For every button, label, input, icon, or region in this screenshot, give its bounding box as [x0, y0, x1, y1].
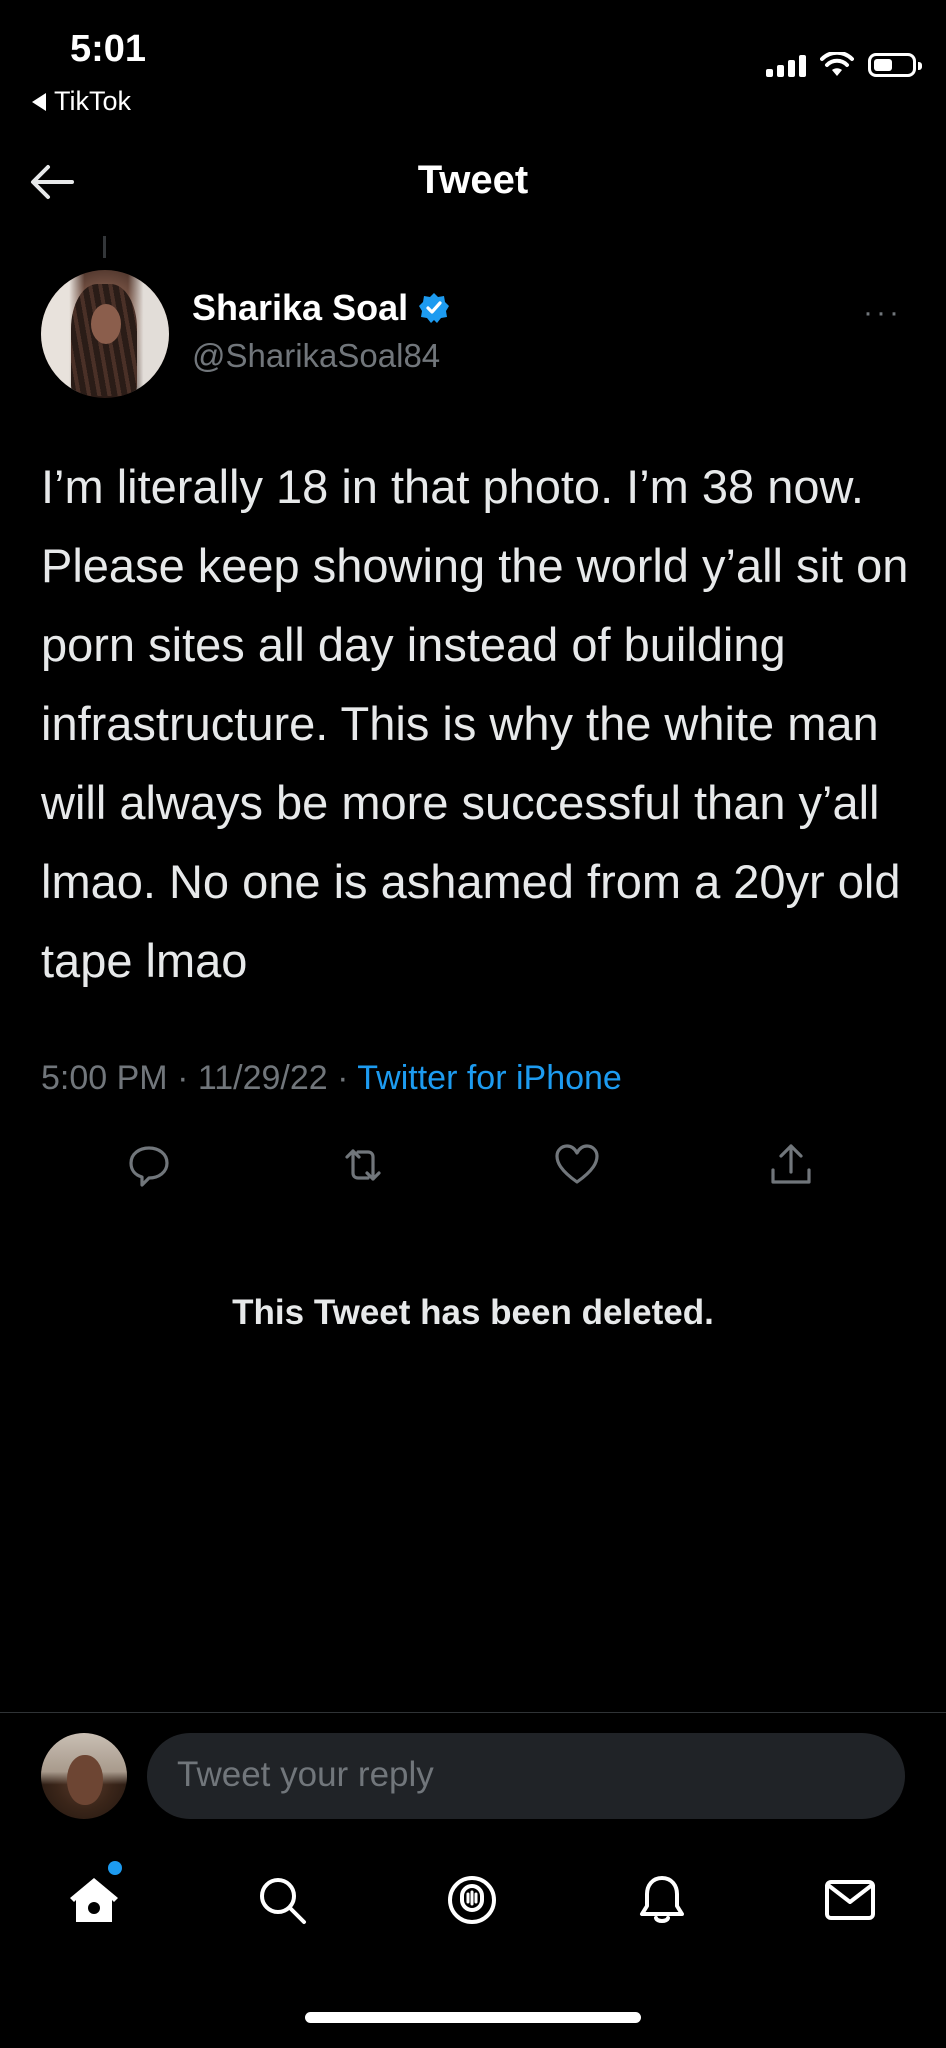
home-indicator[interactable] — [305, 2012, 641, 2023]
verified-badge-icon — [419, 293, 450, 323]
tweet-source-link[interactable]: Twitter for iPhone — [357, 1059, 622, 1097]
page-title: Tweet — [417, 158, 529, 202]
status-icons — [766, 52, 922, 78]
back-triangle-icon — [32, 92, 46, 111]
home-icon[interactable] — [66, 1872, 122, 1928]
tweet-actions — [0, 1140, 946, 1200]
share-icon[interactable] — [766, 1140, 816, 1190]
retweet-icon[interactable] — [338, 1140, 388, 1190]
author-name-row[interactable]: Sharika Soal — [192, 287, 450, 329]
messages-icon[interactable] — [822, 1872, 878, 1928]
tweet-text: I’m literally 18 in that photo. I’m 38 n… — [41, 460, 909, 987]
spaces-icon[interactable] — [444, 1872, 500, 1928]
meta-separator: · — [327, 1059, 358, 1097]
like-icon[interactable] — [552, 1140, 602, 1190]
wifi-icon — [820, 52, 854, 76]
reply-input[interactable]: Tweet your reply — [147, 1733, 905, 1819]
author-name[interactable]: Sharika Soal — [192, 287, 408, 329]
reply-placeholder: Tweet your reply — [177, 1755, 434, 1794]
tweet-time: 5:00 PM — [41, 1059, 168, 1097]
battery-icon — [868, 53, 922, 77]
back-app-label: TikTok — [54, 86, 132, 116]
cellular-signal-icon — [766, 53, 806, 77]
thread-connector — [103, 236, 106, 258]
current-user-avatar[interactable] — [41, 1733, 127, 1819]
back-to-app-link[interactable]: TikTok — [32, 86, 131, 117]
more-options-icon[interactable]: ··· — [863, 296, 902, 330]
meta-separator: · — [167, 1059, 198, 1097]
deleted-tweet-notice: This Tweet has been deleted. — [232, 1293, 714, 1332]
author-avatar[interactable] — [41, 270, 169, 398]
divider — [0, 1712, 946, 1713]
search-icon[interactable] — [254, 1872, 310, 1928]
notifications-icon[interactable] — [634, 1872, 690, 1928]
tweet-meta: 5:00 PM · 11/29/22 · Twitter for iPhone — [41, 1059, 622, 1098]
home-notification-dot — [108, 1861, 122, 1875]
reply-icon[interactable] — [124, 1140, 174, 1190]
status-time: 5:01 — [70, 28, 147, 70]
author-handle[interactable]: @SharikaSoal84 — [192, 337, 440, 375]
tweet-date: 11/29/22 — [197, 1059, 328, 1097]
